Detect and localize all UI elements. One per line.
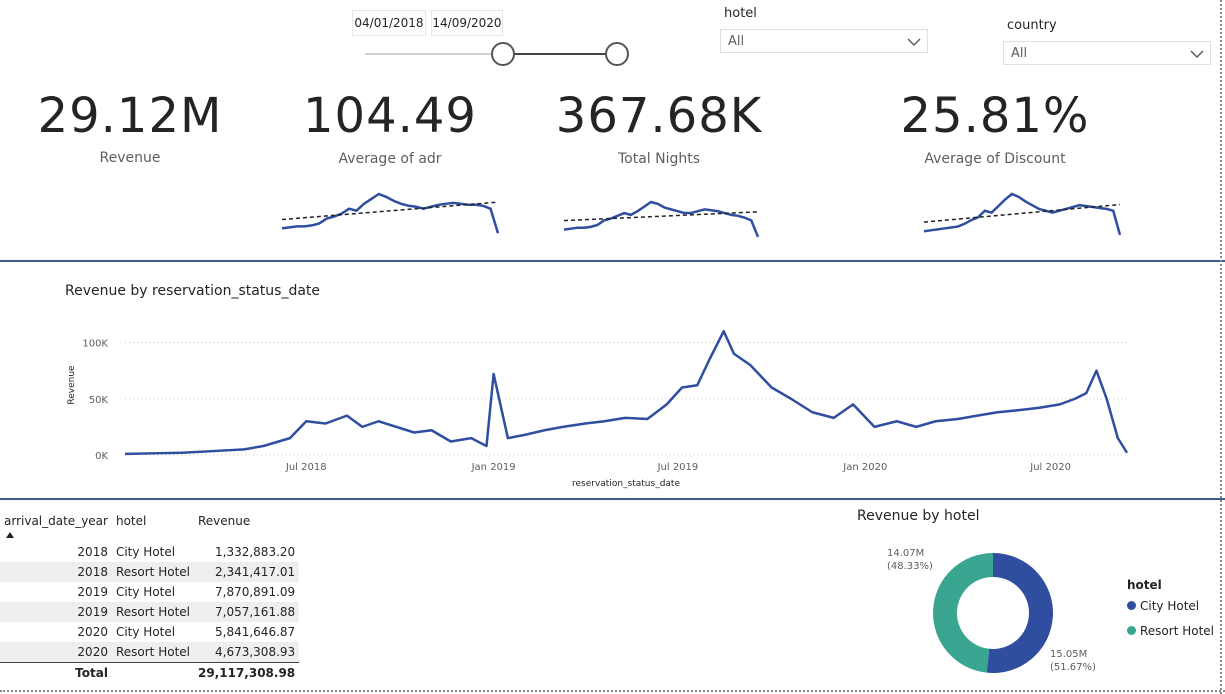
kpi-discount-label: Average of Discount: [924, 151, 1066, 167]
revenue-donut-chart[interactable]: [925, 545, 1061, 681]
table-cell-revenue: 1,332,883.20: [215, 545, 296, 559]
legend-label-resort: Resort Hotel: [1140, 624, 1215, 638]
table-row: 2020 City Hotel 5,841,646.87: [0, 622, 299, 642]
table-total-row: Total 29,117,308.98: [0, 662, 300, 683]
revenue-line-chart[interactable]: 0K 50K 100K Jul 2018 Jan 2019 Jul 2019 Jan 202…: [0, 300, 1225, 495]
resort-percent-label: (48.33%): [887, 561, 933, 572]
y-tick-label: 50K: [89, 395, 109, 406]
table-cell-year: 2018: [0, 562, 112, 582]
table-row: 2018 Resort Hotel 2,341,417.01: [0, 562, 300, 582]
table-cell-year: 2018: [77, 545, 108, 559]
table-total-value: 29,117,308.98: [193, 662, 300, 683]
legend-item-resort[interactable]: Resort Hotel: [1127, 624, 1214, 638]
x-tick-label: Jul 2019: [657, 462, 699, 473]
kpi-revenue-value: 29.12M: [37, 88, 223, 144]
y-axis-label: Revenue: [67, 365, 77, 405]
page-border: [1220, 0, 1222, 694]
start-date-input[interactable]: 04/01/2018: [352, 10, 426, 36]
x-tick-label: Jan 2020: [842, 462, 887, 473]
donut-slice-city: [986, 553, 1053, 673]
legend-item-city[interactable]: City Hotel: [1127, 599, 1199, 613]
discount-sparkline: [923, 192, 1122, 236]
country-slicer-title: country: [1007, 18, 1057, 33]
table-cell-revenue: 5,841,646.87: [215, 625, 296, 639]
table-cell-hotel: City Hotel: [115, 625, 176, 639]
sparkline-series: [923, 192, 1122, 236]
table-row: 2019 City Hotel 7,870,891.09: [0, 582, 299, 602]
table-cell-revenue: 4,673,308.93: [193, 642, 300, 663]
y-tick-label: 100K: [82, 339, 108, 350]
kpi-adr-value: 104.49: [303, 88, 477, 144]
kpi-adr-label: Average of adr: [338, 151, 442, 167]
column-header-hotel[interactable]: hotel: [112, 508, 194, 542]
table-cell-year: 2020: [0, 642, 112, 663]
table-cell-year: 2019: [0, 602, 112, 622]
chevron-down-icon: [907, 38, 921, 46]
legend-dot-icon: [1127, 601, 1136, 610]
table-cell-hotel: Resort Hotel: [111, 562, 194, 582]
hotel-slicer-title: hotel: [724, 6, 757, 21]
chevron-down-icon: [1190, 50, 1204, 58]
table-row: 2018 City Hotel 1,332,883.20: [0, 542, 299, 562]
revenue-table: arrival_date_year hotel Revenue 2018 Cit…: [0, 508, 300, 683]
table-cell-hotel: Resort Hotel: [111, 602, 194, 622]
end-date-input[interactable]: 14/09/2020: [431, 10, 503, 36]
slider-start-handle[interactable]: [491, 42, 515, 66]
legend-title: hotel: [1127, 578, 1162, 592]
table-cell-revenue: 7,870,891.09: [215, 585, 296, 599]
table-cell-empty: [111, 662, 194, 683]
x-axis-label: reservation_status_date: [572, 479, 680, 489]
sparkline-trend: [281, 201, 499, 221]
adr-sparkline: [281, 192, 500, 234]
table-row: 2019 Resort Hotel 7,057,161.88: [0, 602, 300, 622]
table-row: 2020 Resort Hotel 4,673,308.93: [0, 642, 300, 663]
table-cell-hotel: City Hotel: [115, 545, 176, 559]
table-cell-hotel: City Hotel: [115, 585, 176, 599]
line-chart-title: Revenue by reservation_status_date: [65, 283, 321, 299]
resort-value-label: 14.07M: [887, 548, 925, 559]
slider-end-handle[interactable]: [605, 42, 629, 66]
legend-label-city: City Hotel: [1140, 599, 1200, 613]
table-header-row: arrival_date_year hotel Revenue: [0, 508, 299, 542]
x-tick-label: Jul 2020: [1029, 462, 1071, 473]
x-tick-label: Jul 2018: [285, 462, 327, 473]
legend-dot-icon: [1127, 626, 1136, 635]
kpi-nights-value: 367.68K: [555, 88, 763, 144]
table-cell-year: 2019: [77, 585, 108, 599]
table-cell-revenue: 2,341,417.01: [193, 562, 300, 582]
kpi-nights-label: Total Nights: [617, 151, 701, 167]
city-percent-label: (51.67%): [1050, 662, 1096, 673]
y-tick-label: 0K: [95, 451, 108, 462]
revenue-series-line: [124, 330, 1129, 456]
table-cell-revenue: 7,057,161.88: [193, 602, 300, 622]
country-dropdown[interactable]: All: [1003, 41, 1211, 65]
hotel-dropdown[interactable]: All: [720, 29, 928, 53]
sort-ascending-icon: [6, 532, 14, 538]
donut-slice-resort: [932, 553, 993, 673]
sparkline-series: [281, 192, 500, 234]
city-slice-label: 15.05M (51.67%): [1050, 648, 1096, 674]
hotel-dropdown-value: All: [728, 34, 745, 49]
section-divider: [0, 260, 1225, 262]
country-dropdown-value: All: [1011, 46, 1028, 61]
table-cell-hotel: Resort Hotel: [111, 642, 194, 663]
donut-chart-title: Revenue by hotel: [857, 508, 980, 524]
column-header-year[interactable]: arrival_date_year: [0, 508, 112, 542]
table-total-label: Total: [0, 662, 112, 683]
x-tick-label: Jan 2019: [471, 462, 516, 473]
kpi-revenue-label: Revenue: [99, 150, 161, 166]
resort-slice-label: 14.07M (48.33%): [887, 547, 933, 573]
section-divider: [0, 498, 1225, 500]
city-value-label: 15.05M: [1050, 649, 1088, 660]
page-border: [0, 690, 1225, 692]
kpi-discount-value: 25.81%: [900, 88, 1090, 144]
table-cell-year: 2020: [77, 625, 108, 639]
column-header-revenue[interactable]: Revenue: [194, 508, 299, 542]
nights-sparkline: [563, 200, 760, 238]
date-range-slider[interactable]: [360, 40, 640, 70]
